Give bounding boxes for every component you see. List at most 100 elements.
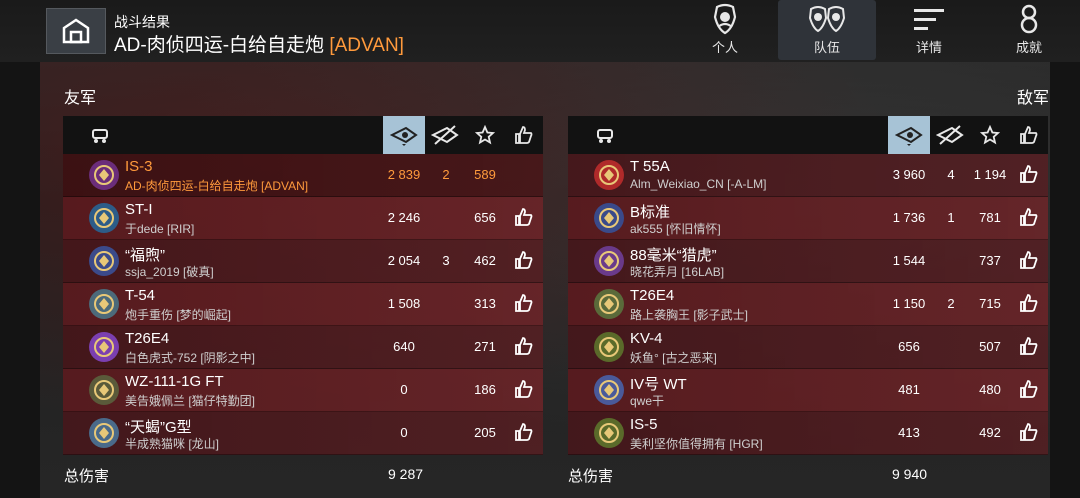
tab-team-label: 队伍	[813, 40, 840, 55]
like-button[interactable]	[1019, 379, 1039, 404]
like-button[interactable]	[514, 207, 534, 232]
player-name: 炮手重伤 [梦的崛起]	[125, 308, 232, 322]
player-row[interactable]: “福煦” ssja_2019 [破真] 2 054 3 462	[63, 240, 543, 283]
tab-personal[interactable]: 个人	[676, 0, 774, 60]
player-name: 半成熟猫咪 [龙山]	[125, 437, 220, 451]
like-button[interactable]	[1019, 422, 1039, 447]
clan-tag: [ADVAN]	[329, 35, 404, 56]
player-row[interactable]: KV-4 妖鱼° [古之恶来] 656 507	[568, 326, 1048, 369]
xp-value: 737	[979, 253, 1001, 268]
tank-name: T-54	[125, 287, 156, 304]
rank-badge-icon	[594, 246, 624, 276]
player-row[interactable]: T 55A Alm_Weixiao_CN [-A-LM] 3 960 4 1 194	[568, 154, 1048, 197]
enemies-label: 敌军	[1017, 90, 1050, 107]
like-button[interactable]	[1019, 207, 1039, 232]
damage-value: 1 508	[387, 296, 421, 311]
thumbs-up-icon	[1020, 208, 1038, 226]
like-button[interactable]	[514, 379, 534, 404]
experience-column[interactable]	[467, 116, 503, 154]
player-row[interactable]: IV号 WT qwe干 481 480	[568, 369, 1048, 412]
rank-badge-icon	[594, 418, 624, 448]
player-row[interactable]: B标准 ak555 [怀旧情怀] 1 736 1 781	[568, 197, 1048, 240]
rank-badge-icon	[89, 375, 119, 405]
player-row[interactable]: ST-I 于dede [RIR] 2 246 656	[63, 197, 543, 240]
xp-value: 480	[979, 382, 1001, 397]
tank-name: WZ-111-1G FT	[125, 373, 224, 390]
like-button[interactable]	[1019, 164, 1039, 189]
player-row[interactable]: T-54 炮手重伤 [梦的崛起] 1 508 313	[63, 283, 543, 326]
battle-result-label: 战斗结果	[114, 14, 170, 30]
like-button[interactable]	[1019, 250, 1039, 275]
player-name: Alm_Weixiao_CN [-A-LM]	[630, 177, 767, 191]
tank-icon	[597, 129, 613, 143]
player-name: ssja_2019 [破真]	[125, 265, 214, 279]
xp-value: 589	[474, 167, 496, 182]
like-button[interactable]	[514, 250, 534, 275]
player-name: AD-肉侦四运-白给自走炮 [ADVAN]	[125, 179, 309, 193]
tab-achievements[interactable]: 成就	[980, 0, 1078, 60]
player-row[interactable]: IS-5 美利坚你值得拥有 [HGR] 413 492	[568, 412, 1048, 455]
left-edge	[0, 0, 40, 498]
player-row[interactable]: “天蝎”G型 半成熟猫咪 [龙山] 0 205	[63, 412, 543, 455]
player-row[interactable]: T26E4 路上袭胸王 [影子武士] 1 150 2 715	[568, 283, 1048, 326]
damage-value: 2 054	[387, 253, 421, 268]
damage-value: 640	[393, 339, 415, 354]
garage-icon	[62, 18, 90, 44]
player-row[interactable]: 88毫米“猎虎” 晓花弄月 [16LAB] 1 544 737	[568, 240, 1048, 283]
kills-value: 4	[947, 167, 955, 182]
player-name: 于dede [RIR]	[125, 222, 195, 236]
damage-sort-button[interactable]	[383, 116, 425, 154]
tank-name: IV号 WT	[630, 376, 687, 393]
kills-column[interactable]	[427, 116, 463, 154]
thumbs-up-icon	[1020, 337, 1038, 355]
vehicle-column[interactable]	[85, 116, 115, 154]
allies-column-header	[63, 116, 543, 154]
thumbs-up-icon	[1020, 126, 1038, 144]
like-button[interactable]	[1019, 336, 1039, 361]
tank-name: IS-5	[630, 416, 658, 433]
kills-column[interactable]	[932, 116, 968, 154]
vehicle-column[interactable]	[590, 116, 620, 154]
like-button[interactable]	[1019, 293, 1039, 318]
xp-value: 656	[474, 210, 496, 225]
damage-sort-button[interactable]	[888, 116, 930, 154]
xp-value: 715	[979, 296, 1001, 311]
player-name: 白色虎式-752 [阴影之中]	[125, 351, 256, 365]
xp-value: 462	[474, 253, 496, 268]
rank-badge-icon	[594, 375, 624, 405]
rank-badge-icon	[89, 289, 119, 319]
player-row[interactable]: T26E4 白色虎式-752 [阴影之中] 640 271	[63, 326, 543, 369]
like-button[interactable]	[514, 336, 534, 361]
likes-column[interactable]	[1014, 116, 1044, 154]
tank-icon	[92, 129, 108, 143]
tab-team[interactable]: 队伍	[778, 0, 876, 60]
damage-value: 3 960	[892, 167, 926, 182]
like-button[interactable]	[514, 293, 534, 318]
star-icon	[980, 125, 1000, 145]
xp-value: 781	[979, 210, 1001, 225]
player-name-title: AD-肉侦四运-白给自走炮	[114, 35, 325, 56]
experience-column[interactable]	[972, 116, 1008, 154]
rank-badge-icon	[594, 289, 624, 319]
rank-badge-icon	[594, 203, 624, 233]
kills-value: 1	[947, 210, 955, 225]
player-name: 晓花弄月 [16LAB]	[630, 265, 725, 279]
thumbs-up-icon	[1020, 294, 1038, 312]
kills-value: 2	[947, 296, 955, 311]
tank-name: 88毫米“猎虎”	[630, 247, 717, 264]
personal-crest-icon	[713, 3, 737, 35]
garage-back-button[interactable]	[46, 8, 106, 54]
tank-name: ST-I	[125, 201, 153, 218]
likes-column[interactable]	[509, 116, 539, 154]
kills-icon	[431, 125, 459, 145]
tab-details[interactable]: 详情	[880, 0, 978, 60]
rank-badge-icon	[89, 418, 119, 448]
player-row[interactable]: IS-3 AD-肉侦四运-白给自走炮 [ADVAN] 2 839 2 589	[63, 154, 543, 197]
player-title: AD-肉侦四运-白给自走炮 [ADVAN]	[114, 30, 404, 57]
allies-total-damage: 9 287	[388, 466, 424, 482]
damage-shell-icon	[895, 126, 923, 146]
kills-value: 3	[442, 253, 450, 268]
like-button[interactable]	[514, 422, 534, 447]
player-row[interactable]: WZ-111-1G FT 美告娥佩兰 [猫仔特勤团] 0 186	[63, 369, 543, 412]
damage-value: 1 150	[892, 296, 926, 311]
